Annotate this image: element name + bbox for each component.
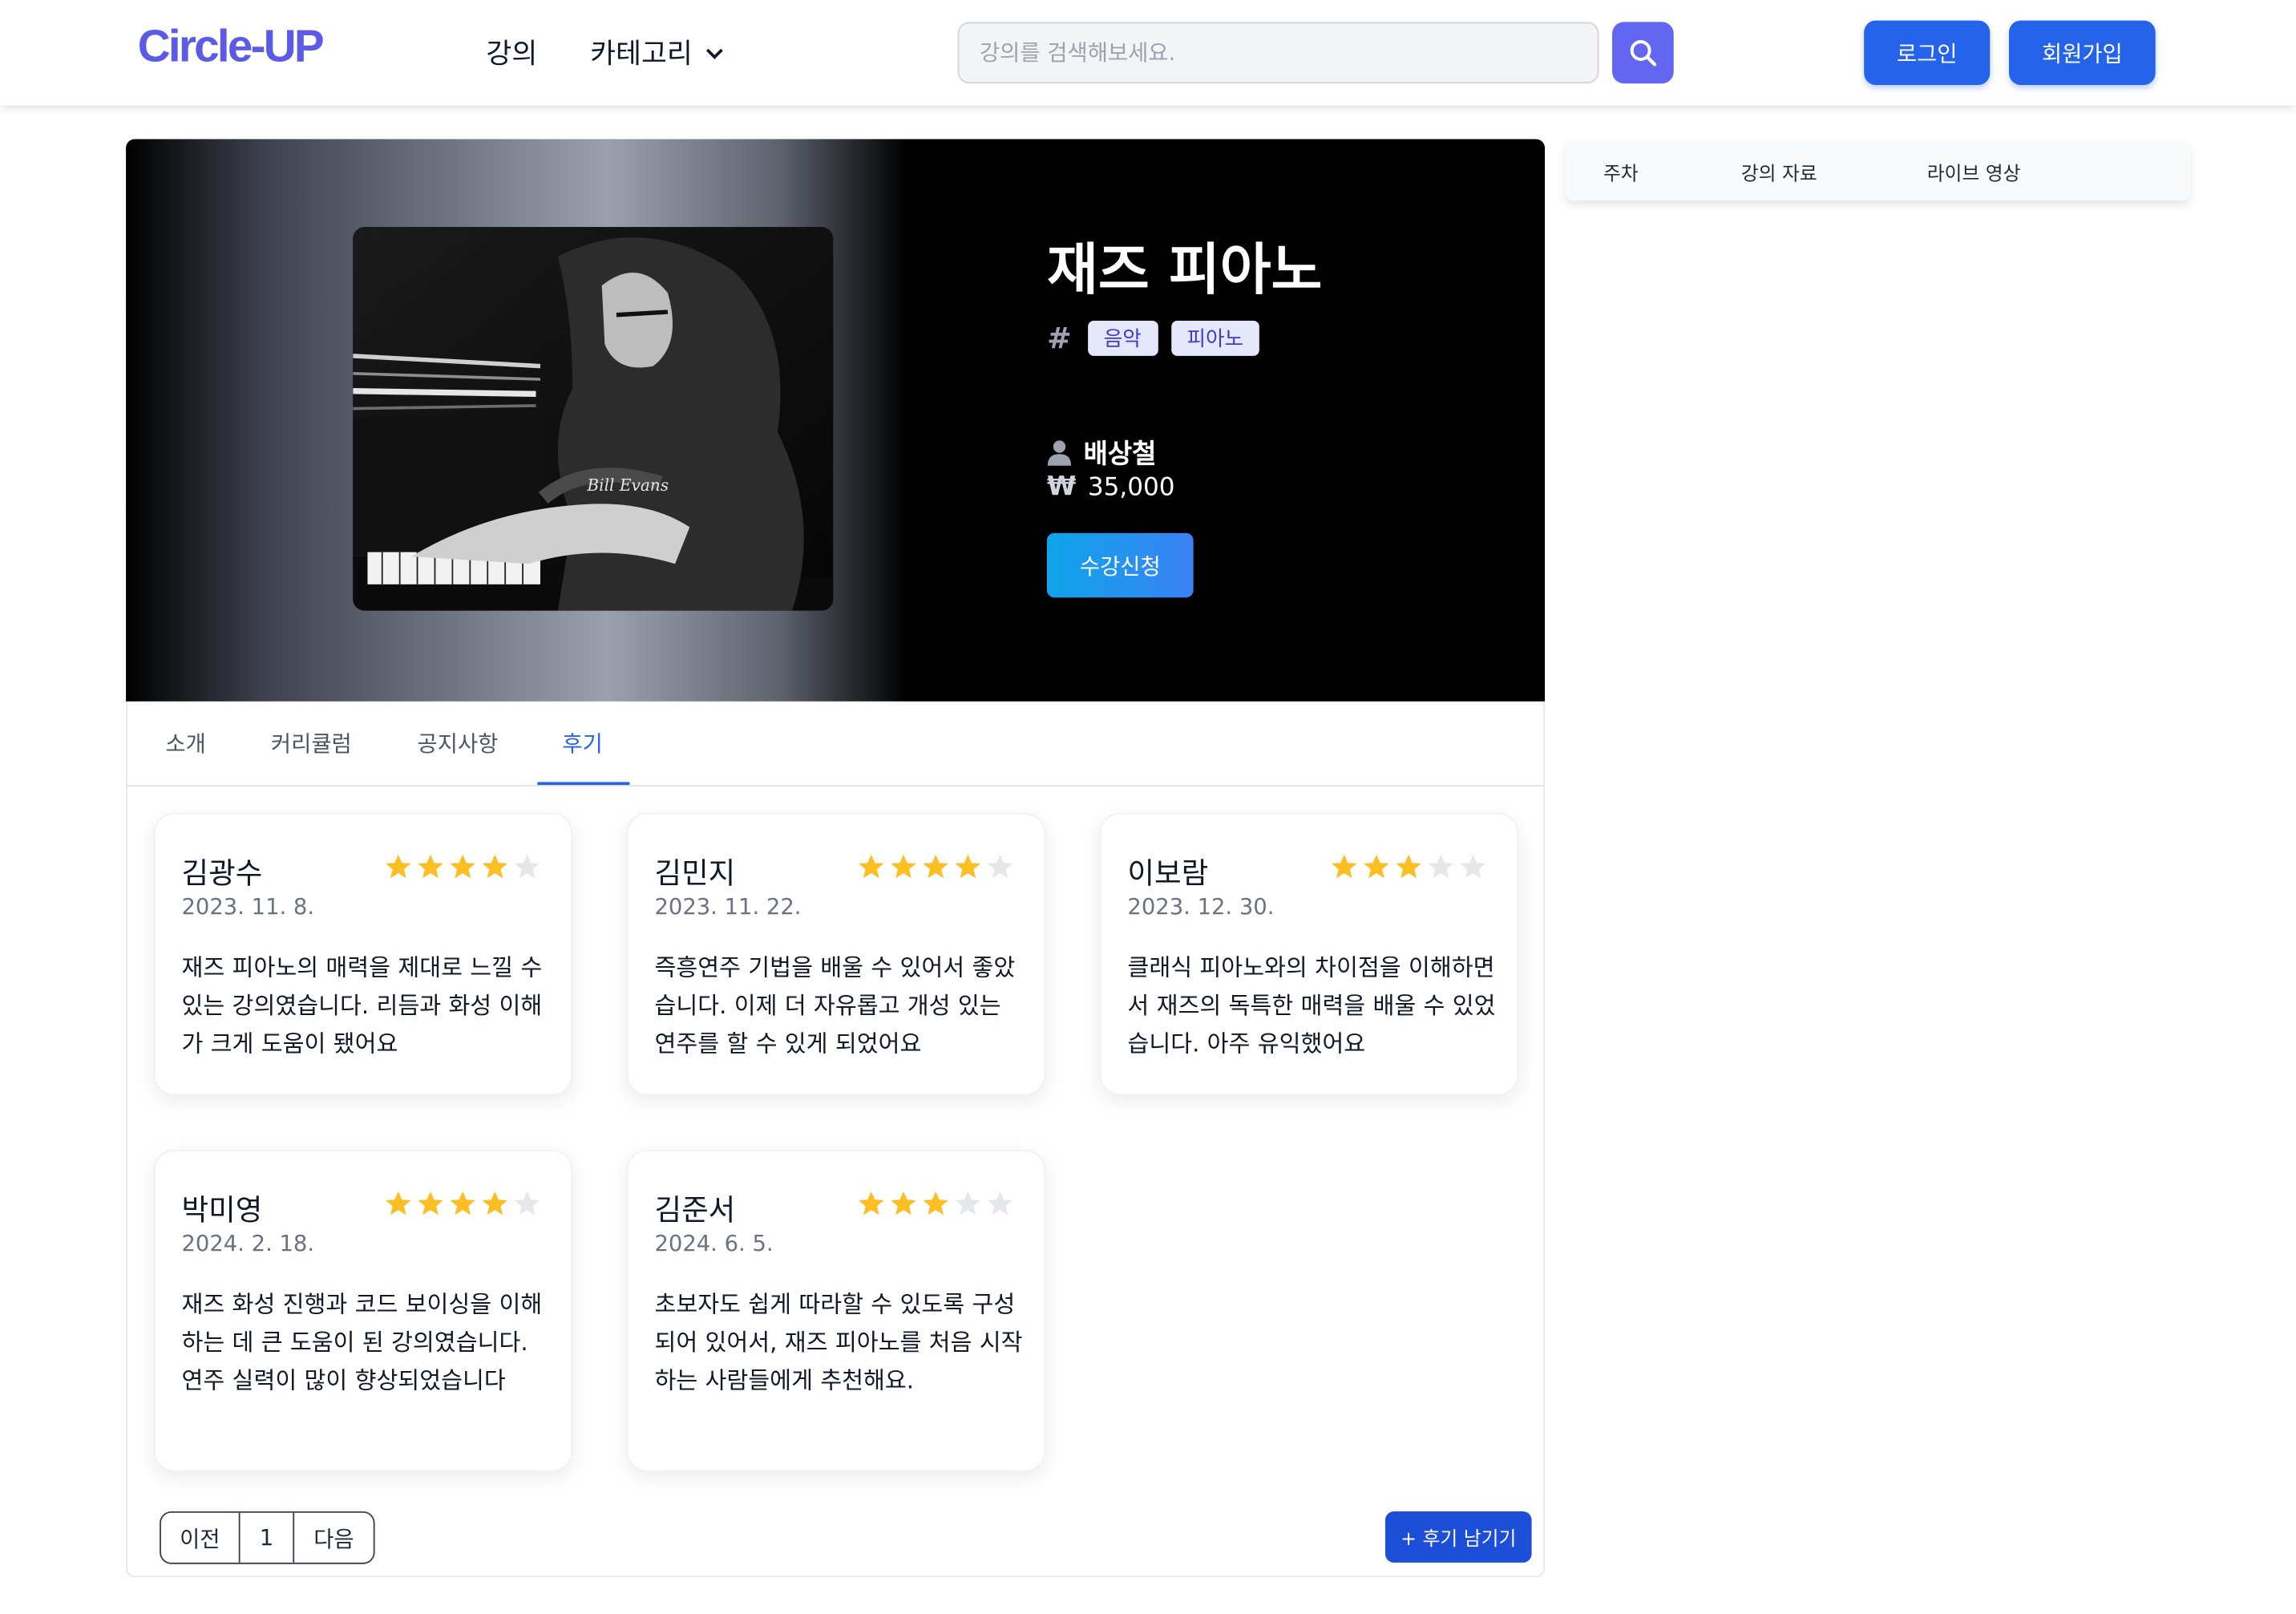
tab-reviews[interactable]: 후기 [562, 728, 602, 758]
review-card: 김광수 2023. 11. 8. 재즈 피아노의 매력을 제대로 느낄 수 있는 강… [153, 812, 573, 1096]
review-text: 초보자도 쉽게 따라할 수 있도록 구성되어 있어서, 재즈 피아노를 처음 시… [654, 1290, 1023, 1394]
signup-button[interactable]: 회원가입 [2009, 20, 2156, 85]
course-tabs: 소개 커리큘럼 공지사항 후기 [127, 702, 1544, 787]
rating-stars [1329, 852, 1487, 882]
side-tabs: 주차 강의 자료 라이브 영상 [1565, 140, 2191, 201]
reviewer-name: 이보람 [1127, 855, 1209, 891]
rating-stars [857, 852, 1015, 882]
side-tab-live[interactable]: 라이브 영상 [1927, 158, 2021, 186]
star-filled-icon [955, 854, 981, 879]
review-text: 재즈 화성 진행과 코드 보이싱을 이해하는 데 큰 도움이 된 강의였습니다.… [181, 1290, 543, 1394]
course-content-panel: 소개 커리큘럼 공지사항 후기 김광수 2023. 11. 8. 재즈 피아노의 매… [126, 701, 1545, 1578]
star-filled-icon [1332, 854, 1357, 879]
star-filled-icon [450, 1191, 475, 1216]
course-price: 35,000 [1087, 472, 1175, 502]
reviewer-name: 김광수 [181, 855, 263, 891]
rating-stars [857, 1189, 1015, 1219]
instructor-name: 배상철 [1083, 439, 1157, 471]
star-filled-icon [482, 1191, 508, 1216]
tab-notice[interactable]: 공지사항 [418, 728, 499, 758]
star-empty-icon [1428, 854, 1454, 879]
review-text: 클래식 피아노와의 차이점을 이해하면서 재즈의 독특한 매력을 배울 수 있었… [1127, 953, 1496, 1058]
nav-lecture[interactable]: 강의 [486, 32, 537, 71]
review-card: 이보람 2023. 12. 30. 클래식 피아노와의 차이점을 이해하면서 재즈의… [1099, 812, 1519, 1096]
hashtag-icon: # [1046, 321, 1072, 356]
star-filled-icon [386, 1191, 411, 1216]
review-date: 2024. 6. 5. [654, 1230, 774, 1257]
star-filled-icon [891, 854, 916, 879]
star-empty-icon [987, 854, 1013, 879]
review-date: 2024. 2. 18. [181, 1230, 315, 1257]
login-button[interactable]: 로그인 [1864, 20, 1991, 85]
star-filled-icon [923, 1191, 948, 1216]
star-filled-icon [891, 1191, 916, 1216]
nav-category[interactable]: 카테고리 [590, 32, 725, 71]
course-thumbnail: Bill Evans [353, 227, 834, 611]
pagination: 이전 1 다음 [160, 1511, 375, 1564]
active-tab-indicator [537, 782, 630, 786]
course-hero: Bill Evans 재즈 피아노 # 음악 피아노 배상철 ₩ 35,000 … [126, 139, 1545, 702]
star-filled-icon [386, 854, 411, 879]
tag[interactable]: 피아노 [1170, 321, 1260, 356]
chevron-down-icon [705, 47, 723, 59]
review-date: 2023. 12. 30. [1127, 893, 1275, 920]
price-row: ₩ 35,000 [1047, 471, 1175, 502]
search-input[interactable] [957, 22, 1599, 84]
star-empty-icon [987, 1191, 1013, 1216]
tab-curriculum[interactable]: 커리큘럼 [271, 728, 352, 758]
star-filled-icon [859, 854, 884, 879]
review-text: 즉흥연주 기법을 배울 수 있어서 좋았습니다. 이제 더 자유롭고 개성 있는… [654, 953, 1016, 1058]
review-date: 2023. 11. 8. [181, 893, 315, 920]
user-icon [1047, 440, 1072, 466]
course-title: 재즈 피아노 [1046, 237, 1323, 302]
top-header: Circle-UP 강의 카테고리 로그인 회원가입 [0, 0, 2296, 106]
photo-caption: Bill Evans [586, 475, 669, 495]
star-filled-icon [450, 854, 475, 879]
won-icon: ₩ [1046, 471, 1077, 503]
reviewer-name: 박미영 [181, 1191, 263, 1228]
review-date: 2023. 11. 22. [654, 893, 802, 920]
review-card: 김민지 2023. 11. 22. 즉흥연주 기법을 배울 수 있어서 좋았습니다.… [626, 812, 1046, 1096]
enroll-button[interactable]: 수강신청 [1046, 532, 1194, 598]
nav-category-label: 카테고리 [590, 38, 693, 71]
star-filled-icon [859, 1191, 884, 1216]
star-empty-icon [514, 1191, 540, 1216]
star-filled-icon [1396, 854, 1421, 879]
search-icon [1630, 40, 1657, 67]
star-filled-icon [1364, 854, 1389, 879]
review-card: 김준서 2024. 6. 5. 초보자도 쉽게 따라할 수 있도록 구성되어 있어서… [626, 1149, 1046, 1472]
tab-intro[interactable]: 소개 [165, 728, 205, 758]
star-empty-icon [955, 1191, 981, 1216]
prev-page-button[interactable]: 이전 [161, 1512, 241, 1563]
logo[interactable]: Circle-UP [138, 21, 325, 74]
write-review-button[interactable]: + 후기 남기기 [1384, 1511, 1532, 1563]
reviewer-name: 김준서 [654, 1191, 736, 1228]
side-tab-week[interactable]: 주차 [1603, 158, 1639, 186]
search-button[interactable] [1612, 22, 1674, 84]
tag[interactable]: 음악 [1087, 321, 1158, 356]
review-text: 재즈 피아노의 매력을 제대로 느낄 수 있는 강의였습니다. 리듬과 화성 이… [181, 953, 543, 1058]
star-empty-icon [1460, 854, 1486, 879]
star-filled-icon [418, 1191, 443, 1216]
pianist-photo: Bill Evans [353, 227, 834, 611]
star-empty-icon [514, 854, 540, 879]
reviewer-name: 김민지 [654, 855, 736, 891]
page-number-button[interactable]: 1 [241, 1512, 295, 1563]
instructor-row: 배상철 [1047, 434, 1156, 471]
rating-stars [384, 852, 542, 882]
next-page-button[interactable]: 다음 [294, 1513, 374, 1563]
side-tab-materials[interactable]: 강의 자료 [1741, 158, 1817, 186]
star-filled-icon [418, 854, 443, 879]
star-filled-icon [482, 854, 508, 879]
star-filled-icon [923, 854, 948, 879]
tag-row: # 음악 피아노 [1046, 321, 1260, 356]
review-card: 박미영 2024. 2. 18. 재즈 화성 진행과 코드 보이싱을 이해하는 데 … [153, 1149, 573, 1472]
rating-stars [384, 1189, 542, 1219]
